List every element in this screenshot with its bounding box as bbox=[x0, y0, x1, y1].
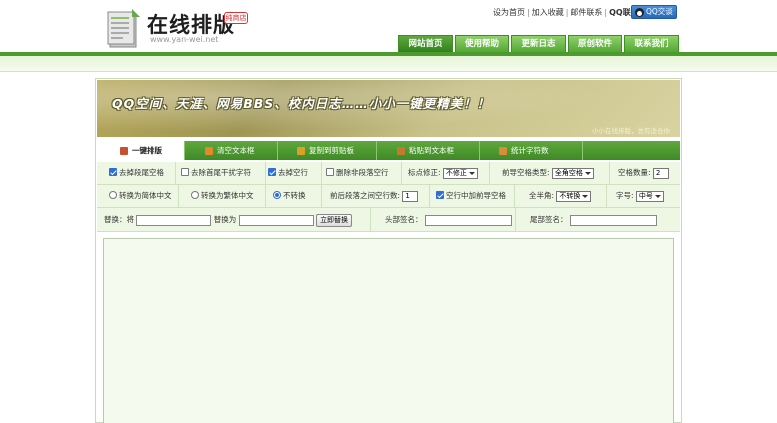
empty-line-indent-option[interactable]: 空行中加前导空格 bbox=[430, 185, 515, 207]
remove-leading-junk-label: 去除首尾干扰字符 bbox=[191, 168, 251, 177]
email-contact-link[interactable]: 邮件联系 bbox=[570, 8, 602, 17]
tail-signature-option: 尾部签名： bbox=[516, 208, 680, 231]
set-homepage-link[interactable]: 设为首页 bbox=[493, 8, 525, 17]
replace-from-label: 替换：将 bbox=[104, 215, 134, 224]
copy-icon bbox=[297, 147, 305, 155]
punct-fix-select[interactable]: 不修正 bbox=[442, 167, 478, 179]
no-convert-label: 不转换 bbox=[283, 191, 306, 200]
indent-type-select[interactable]: 全角空格 bbox=[551, 167, 594, 179]
punct-fix-label: 标点修正: bbox=[408, 168, 441, 177]
replace-from-input[interactable] bbox=[136, 214, 212, 226]
options-row-3: 替换：将 替换为 立即替换 头部签名： 尾部签名： bbox=[97, 208, 680, 232]
qq-chat-button[interactable]: QQ交谈 bbox=[631, 5, 677, 19]
fullhalf-option: 全半角: 不转换 bbox=[515, 185, 607, 207]
empty-line-indent-label: 空行中加前导空格 bbox=[446, 191, 506, 200]
head-signature-option: 头部签名： bbox=[371, 208, 516, 231]
head-signature-label: 头部签名： bbox=[385, 215, 423, 224]
to-simplified-radio[interactable] bbox=[109, 191, 117, 199]
main-panel: QQ空间、天涯、网易BBS、校内日志……小小一键更精美！！ 小小在线排版，总有适… bbox=[95, 78, 682, 423]
document-logo-icon bbox=[107, 9, 140, 48]
count-icon bbox=[499, 147, 507, 155]
clear-textbox-label: 清空文本框 bbox=[217, 146, 255, 155]
nav-help[interactable]: 使用帮助 bbox=[455, 35, 509, 53]
remove-nonpara-empty-option[interactable]: 删除非段落空行 bbox=[322, 162, 402, 184]
logo-url: www.yan-wei.net bbox=[150, 35, 219, 44]
remove-empty-lines-label: 去掉空行 bbox=[278, 168, 308, 177]
space-count-input[interactable]: 2 bbox=[652, 167, 669, 179]
fontsize-select[interactable]: 中号 bbox=[635, 190, 664, 202]
para-lines-option: 前后段落之间空行数: 1 bbox=[322, 185, 430, 207]
logo-badge: 纯商店 bbox=[224, 12, 248, 24]
paste-textbox-button[interactable]: 粘贴到文本框 bbox=[377, 141, 480, 160]
indent-type-label: 前导空格类型: bbox=[502, 168, 550, 177]
add-favorite-link[interactable]: 加入收藏 bbox=[532, 8, 564, 17]
space-count-label: 空格数量: bbox=[618, 168, 651, 177]
space-count-option: 空格数量: 2 bbox=[610, 162, 680, 184]
top-links: 设为首页 | 加入收藏 | 邮件联系 | QQ联系： bbox=[493, 8, 647, 17]
punct-fix-option: 标点修正: 不修正 bbox=[402, 162, 490, 184]
remove-leading-junk-option[interactable]: 去除首尾干扰字符 bbox=[176, 162, 266, 184]
to-traditional-option[interactable]: 转换为繁体中文 bbox=[179, 185, 266, 207]
header-band bbox=[0, 56, 777, 72]
qq-chat-label: QQ交谈 bbox=[646, 7, 673, 16]
text-editor[interactable] bbox=[103, 238, 674, 423]
replace-to-input[interactable] bbox=[238, 214, 314, 226]
to-simplified-option[interactable]: 转换为简体中文 bbox=[97, 185, 179, 207]
remove-nonpara-empty-label: 删除非段落空行 bbox=[336, 168, 389, 177]
to-simplified-label: 转换为简体中文 bbox=[119, 191, 172, 200]
format-button-label: 一键排版 bbox=[132, 146, 162, 155]
copy-clipboard-label: 复制到剪贴板 bbox=[309, 146, 354, 155]
nav-software[interactable]: 原创软件 bbox=[568, 35, 622, 53]
no-convert-option[interactable]: 不转换 bbox=[266, 185, 322, 207]
copy-clipboard-button[interactable]: 复制到剪贴板 bbox=[278, 141, 377, 160]
fullhalf-label: 全半角: bbox=[529, 191, 555, 200]
remove-trailing-space-label: 去掉段尾空格 bbox=[119, 168, 164, 177]
remove-empty-lines-option[interactable]: 去掉空行 bbox=[266, 162, 322, 184]
fontsize-label: 字号: bbox=[616, 191, 634, 200]
count-chars-label: 统计字符数 bbox=[511, 146, 549, 155]
paste-icon bbox=[397, 147, 405, 155]
nav-home[interactable]: 网站首页 bbox=[398, 35, 453, 53]
banner-subtext: 小小在线排版，总有适合你 bbox=[592, 127, 670, 135]
nav-changelog[interactable]: 更新日志 bbox=[511, 35, 566, 53]
remove-leading-junk-checkbox[interactable] bbox=[181, 168, 189, 176]
qq-penguin-icon bbox=[635, 8, 644, 17]
format-button[interactable]: 一键排版 bbox=[97, 141, 185, 160]
options-row-1: 去掉段尾空格 去除首尾干扰字符 去掉空行 删除非段落空行 标点修正: 不修正 前… bbox=[97, 162, 680, 185]
head-signature-input[interactable] bbox=[424, 214, 512, 226]
paste-textbox-label: 粘贴到文本框 bbox=[409, 146, 454, 155]
fullhalf-select[interactable]: 不转换 bbox=[556, 190, 592, 202]
remove-trailing-space-checkbox[interactable] bbox=[109, 168, 117, 176]
replace-to-label: 替换为 bbox=[213, 215, 237, 224]
banner-text: QQ空间、天涯、网易BBS、校内日志……小小一键更精美！！ bbox=[112, 96, 491, 111]
indent-type-option: 前导空格类型: 全角空格 bbox=[490, 162, 610, 184]
clear-icon bbox=[205, 147, 213, 155]
replace-now-button[interactable]: 立即替换 bbox=[316, 213, 353, 227]
para-lines-label: 前后段落之间空行数: bbox=[330, 191, 401, 200]
replace-option: 替换：将 替换为 立即替换 bbox=[97, 208, 371, 231]
para-lines-input[interactable]: 1 bbox=[402, 190, 419, 202]
empty-line-indent-checkbox[interactable] bbox=[436, 191, 444, 199]
fontsize-option: 字号: 中号 bbox=[607, 185, 680, 207]
toolbar: 一键排版 清空文本框 复制到剪贴板 粘贴到文本框 统计字符数 bbox=[97, 141, 680, 160]
to-traditional-radio[interactable] bbox=[191, 191, 199, 199]
banner: QQ空间、天涯、网易BBS、校内日志……小小一键更精美！！ 小小在线排版，总有适… bbox=[97, 80, 680, 137]
nav-contact[interactable]: 联系我们 bbox=[624, 35, 679, 53]
to-traditional-label: 转换为繁体中文 bbox=[201, 191, 254, 200]
remove-nonpara-empty-checkbox[interactable] bbox=[326, 168, 334, 176]
remove-trailing-space-option[interactable]: 去掉段尾空格 bbox=[97, 162, 176, 184]
editor-area bbox=[97, 232, 680, 423]
count-chars-button[interactable]: 统计字符数 bbox=[480, 141, 583, 160]
options-row-2: 转换为简体中文 转换为繁体中文 不转换 前后段落之间空行数: 1 空行中加前导空… bbox=[97, 185, 680, 208]
remove-empty-lines-checkbox[interactable] bbox=[268, 168, 276, 176]
site-header: 在线排版 纯商店 www.yan-wei.net 设为首页 | 加入收藏 | 邮件联系 |… bbox=[0, 0, 777, 56]
no-convert-radio[interactable] bbox=[273, 191, 281, 199]
format-icon bbox=[120, 147, 128, 155]
clear-textbox-button[interactable]: 清空文本框 bbox=[185, 141, 278, 160]
tail-signature-input[interactable] bbox=[569, 214, 657, 226]
tail-signature-label: 尾部签名： bbox=[530, 215, 568, 224]
